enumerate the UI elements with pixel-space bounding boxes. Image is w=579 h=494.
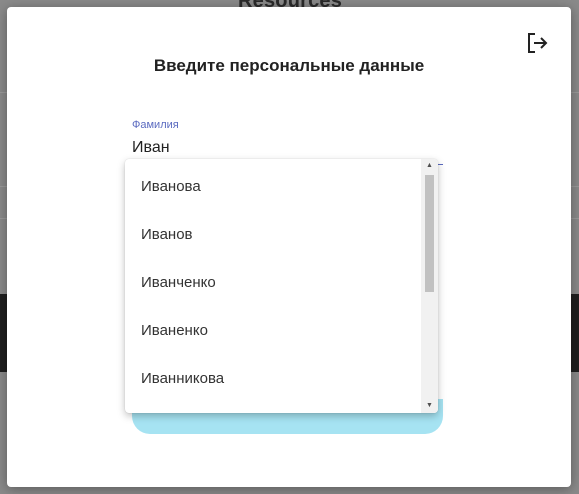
scroll-down-icon[interactable]: ▼ <box>421 399 438 413</box>
suggestion-option[interactable]: Иванченко <box>125 259 419 307</box>
suggestion-option[interactable]: Иваненко <box>125 307 419 355</box>
surname-input[interactable] <box>132 136 432 160</box>
scroll-up-icon[interactable]: ▲ <box>421 159 438 173</box>
modal-title: Введите персональные данные <box>153 56 425 75</box>
scrollbar-thumb[interactable] <box>425 175 434 292</box>
surname-field: Фамилия <box>132 117 443 165</box>
logout-button[interactable] <box>525 31 549 55</box>
suggestion-option[interactable]: Иванова <box>125 163 419 211</box>
dropdown-scrollbar[interactable]: ▲ ▼ <box>421 159 438 413</box>
logout-icon <box>528 33 548 53</box>
suggestion-option[interactable]: Иванникова <box>125 355 419 403</box>
surname-field-label: Фамилия <box>132 119 179 131</box>
suggestion-option[interactable]: Иванов <box>125 211 419 259</box>
surname-suggestions-list: Иванова Иванов Иванченко Иваненко Иванни… <box>125 159 438 413</box>
